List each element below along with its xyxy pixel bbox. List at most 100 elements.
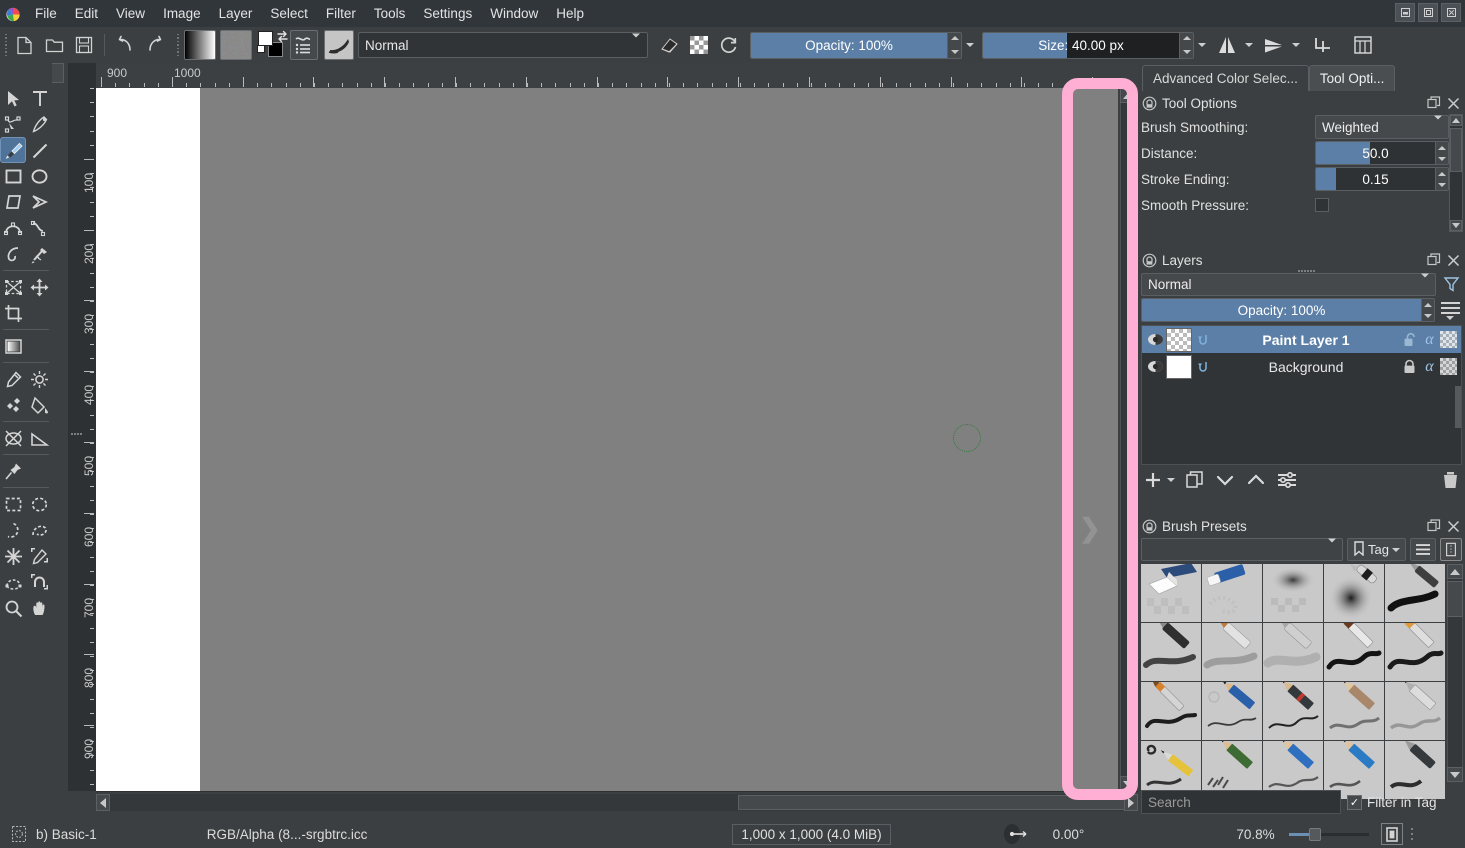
layer-thumbnail[interactable]: [1166, 354, 1192, 379]
horizontal-scrollbar-thumb[interactable]: [738, 795, 1138, 810]
layer-thumbnail[interactable]: [1166, 327, 1192, 352]
menu-item-tools[interactable]: Tools: [365, 3, 415, 24]
layer-opacity-spinner[interactable]: [1421, 299, 1434, 321]
zoom-slider[interactable]: [1288, 827, 1369, 841]
search-input[interactable]: Search: [1141, 790, 1341, 814]
assistant-tool[interactable]: [0, 458, 26, 484]
eraser-mode-icon[interactable]: [654, 30, 684, 60]
freehand-selection-tool[interactable]: [26, 517, 52, 543]
size-dropdown-icon[interactable]: [1198, 43, 1206, 47]
move-layer-up-button[interactable]: [1246, 472, 1266, 488]
smart-patch-tool[interactable]: [0, 392, 26, 418]
new-document-icon[interactable]: [9, 30, 39, 60]
open-folder-icon[interactable]: [39, 30, 69, 60]
mirror-horizontal-icon[interactable]: [1212, 30, 1242, 60]
layer-properties-button[interactable]: [1277, 472, 1297, 488]
horizontal-scrollbar[interactable]: [96, 791, 1138, 813]
move-layer-down-button[interactable]: [1215, 472, 1235, 488]
float-docker-icon[interactable]: [1426, 519, 1441, 534]
mirror-vertical-icon[interactable]: [1259, 30, 1289, 60]
opacity-spinner[interactable]: [947, 32, 961, 58]
lock-docker-icon[interactable]: [1142, 519, 1157, 534]
brush-preset-item[interactable]: [1324, 623, 1384, 681]
ellipse-tool[interactable]: [26, 163, 52, 189]
close-docker-icon[interactable]: [1446, 519, 1461, 534]
add-layer-button[interactable]: [1144, 471, 1162, 489]
brush-editor-icon[interactable]: [324, 30, 354, 60]
text-tool[interactable]: [26, 85, 52, 111]
preserve-alpha-icon[interactable]: [684, 30, 714, 60]
rectangular-selection-tool[interactable]: [0, 491, 26, 517]
opacity-slider[interactable]: Opacity: 100%: [750, 31, 962, 59]
layer-opacity-slider[interactable]: Opacity: 100%: [1141, 298, 1435, 322]
selection-mask-icon[interactable]: [10, 826, 28, 842]
workspace-icon[interactable]: [290, 30, 318, 60]
brush-preset-item[interactable]: [1141, 564, 1201, 622]
dynamic-brush-tool[interactable]: [0, 241, 26, 267]
inherit-alpha-icon[interactable]: [1192, 360, 1212, 374]
menu-item-help[interactable]: Help: [547, 3, 593, 24]
polygon-tool[interactable]: [0, 189, 26, 215]
minimize-button[interactable]: [1395, 3, 1415, 22]
inherit-alpha-icon[interactable]: [1192, 333, 1212, 347]
rotation-pointer-icon[interactable]: [1001, 823, 1029, 845]
gradient-tool[interactable]: [0, 333, 26, 359]
close-button[interactable]: [1441, 3, 1461, 22]
multibrush-tool[interactable]: [26, 241, 52, 267]
pattern-swatch[interactable]: [220, 30, 252, 60]
distance-spin-arrows[interactable]: [1435, 142, 1448, 164]
filter-in-tag-checkbox[interactable]: ✓ Filter in Tag: [1347, 794, 1437, 810]
filter-funnel-icon[interactable]: [1440, 276, 1462, 293]
menu-item-edit[interactable]: Edit: [66, 3, 107, 24]
scroll-up-button[interactable]: [1120, 88, 1136, 103]
brush-preset-item[interactable]: [1202, 682, 1262, 740]
tool-options-scrollbar[interactable]: [1449, 114, 1463, 232]
edit-shapes-tool[interactable]: [0, 111, 26, 137]
brush-preset-item[interactable]: [1385, 564, 1445, 622]
layer-row[interactable]: Background α: [1142, 353, 1461, 380]
move-tool[interactable]: [26, 274, 52, 300]
brush-presets-scrollbar[interactable]: [1446, 564, 1464, 782]
size-spinner[interactable]: [1179, 32, 1193, 58]
alpha-lock-icon[interactable]: α: [1420, 356, 1439, 378]
color-sampler-tool[interactable]: [0, 366, 26, 392]
scroll-down-button[interactable]: [1120, 776, 1136, 791]
stroke-ending-spinner[interactable]: 0.15: [1315, 167, 1449, 191]
transform-tool[interactable]: [0, 274, 26, 300]
brush-preset-item[interactable]: [1324, 564, 1384, 622]
tab-advanced-color-selector[interactable]: Advanced Color Selec...: [1142, 65, 1309, 91]
stroke-ending-spin-arrows[interactable]: [1435, 168, 1448, 190]
rectangle-tool[interactable]: [0, 163, 26, 189]
fill-tool[interactable]: [26, 392, 52, 418]
smooth-pressure-checkbox[interactable]: [1315, 198, 1329, 212]
brush-preset-item[interactable]: [1141, 682, 1201, 740]
bezier-selection-tool[interactable]: [0, 569, 26, 595]
horizontal-ruler[interactable]: 900 1000: [68, 63, 1138, 88]
line-tool[interactable]: [26, 137, 52, 163]
bezier-curve-tool[interactable]: [0, 215, 26, 241]
menu-item-view[interactable]: View: [107, 3, 154, 24]
list-view-icon[interactable]: [1410, 538, 1436, 561]
show-assistants-icon[interactable]: [1348, 30, 1378, 60]
freehand-path-tool[interactable]: [26, 215, 52, 241]
brush-preset-item[interactable]: [1263, 682, 1323, 740]
resource-storage-icon[interactable]: [1440, 538, 1462, 561]
menu-item-image[interactable]: Image: [154, 3, 210, 24]
distance-spinner[interactable]: 50.0: [1315, 141, 1449, 165]
elliptical-selection-tool[interactable]: [26, 491, 52, 517]
calligraphy-tool[interactable]: [26, 111, 52, 137]
swap-colors-icon[interactable]: [276, 30, 289, 46]
duplicate-layer-button[interactable]: [1186, 471, 1204, 489]
polyline-tool[interactable]: [26, 189, 52, 215]
crop-tool[interactable]: [0, 300, 26, 326]
brush-presets-grid[interactable]: [1141, 564, 1462, 799]
brush-preset-item[interactable]: [1385, 623, 1445, 681]
gradient-swatch[interactable]: [184, 30, 216, 60]
layers-list[interactable]: Paint Layer 1 α Background α: [1141, 325, 1462, 465]
float-docker-icon[interactable]: [1426, 96, 1441, 111]
brush-preset-item[interactable]: [1202, 623, 1262, 681]
add-layer-dropdown[interactable]: [1167, 478, 1175, 482]
brush-smoothing-combo[interactable]: Weighted: [1315, 115, 1449, 139]
fit-page-icon[interactable]: [1380, 823, 1403, 845]
toolbar-grip-2[interactable]: [174, 33, 181, 57]
